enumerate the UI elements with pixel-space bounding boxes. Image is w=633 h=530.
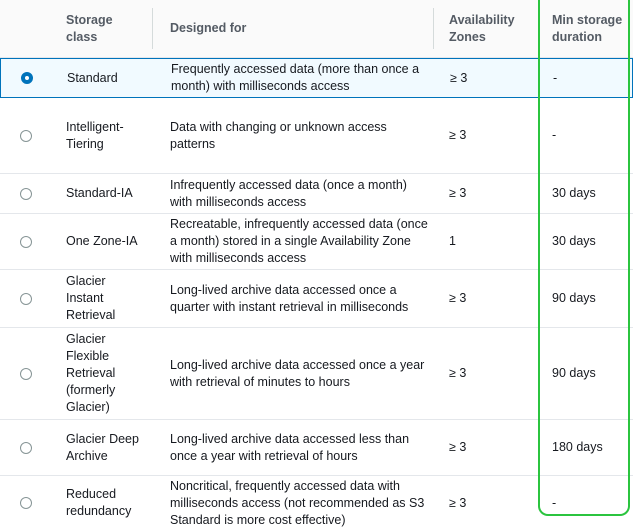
cell-availability-zones: ≥ 3 <box>449 440 467 454</box>
cell-designed-for: Infrequently accessed data (once a month… <box>170 177 407 209</box>
cell-min-storage-duration: - <box>552 128 557 142</box>
radio-one-zone-ia[interactable] <box>20 235 32 248</box>
cell-designed-for: Frequently accessed data (more than once… <box>171 62 420 93</box>
column-divider[interactable] <box>539 8 540 49</box>
cell-availability-zones: ≥ 3 <box>449 291 467 305</box>
cell-storage-class: One Zone-IA <box>66 234 138 248</box>
cell-min-storage-duration: - <box>552 495 557 510</box>
storage-class-table: Storage class Designed for Availability … <box>0 0 633 530</box>
table-row[interactable]: Glacier Deep Archive Long-lived archive … <box>0 420 633 476</box>
cell-availability-zones: ≥ 3 <box>449 366 467 380</box>
table-row[interactable]: Standard-IA Infrequently accessed data (… <box>0 174 633 214</box>
cell-storage-class: Glacier Deep Archive <box>66 431 139 463</box>
cell-availability-zones: ≥ 3 <box>450 70 468 85</box>
column-divider[interactable] <box>433 8 434 49</box>
cell-availability-zones: ≥ 3 <box>449 186 467 200</box>
cell-designed-for: Long-lived archive data accessed once a … <box>170 282 409 314</box>
radio-intelligent-tiering[interactable] <box>20 129 32 142</box>
table-row[interactable]: Reduced redundancy Noncritical, frequent… <box>0 476 633 530</box>
cell-min-storage-duration: 180 days <box>552 440 603 454</box>
cell-min-storage-duration: 30 days <box>552 186 596 200</box>
cell-designed-for: Long-lived archive data accessed less th… <box>170 431 410 463</box>
cell-designed-for: Data with changing or unknown access pat… <box>170 119 387 151</box>
header-min-storage-duration[interactable]: Min storage duration <box>552 0 630 57</box>
cell-storage-class: Intelligent-Tiering <box>66 119 124 151</box>
radio-glacier-deep-archive[interactable] <box>20 441 32 454</box>
cell-min-storage-duration: 30 days <box>552 234 596 248</box>
radio-glacier-instant-retrieval[interactable] <box>20 292 32 305</box>
radio-reduced-redundancy[interactable] <box>20 497 32 509</box>
table-row[interactable]: Intelligent-Tiering Data with changing o… <box>0 98 633 174</box>
cell-min-storage-duration: 90 days <box>552 291 596 305</box>
table-row[interactable]: Glacier Flexible Retrieval (formerly Gla… <box>0 328 633 420</box>
header-availability-zones[interactable]: Availability Zones <box>449 0 539 57</box>
table-row[interactable]: Standard Frequently accessed data (more … <box>0 58 633 98</box>
cell-storage-class: Glacier Instant Retrieval <box>66 274 116 322</box>
table-row[interactable]: One Zone-IA Recreatable, infrequently ac… <box>0 214 633 270</box>
cell-designed-for: Long-lived archive data accessed once a … <box>170 357 425 389</box>
radio-glacier-flexible-retrieval[interactable] <box>20 367 32 380</box>
cell-designed-for: Noncritical, frequently accessed data wi… <box>170 478 425 527</box>
header-storage-class[interactable]: Storage class <box>66 0 146 57</box>
cell-availability-zones: ≥ 3 <box>449 495 467 510</box>
cell-storage-class: Standard-IA <box>66 186 133 200</box>
cell-storage-class: Glacier Flexible Retrieval (formerly Gla… <box>66 332 116 414</box>
table-row[interactable]: Glacier Instant Retrieval Long-lived arc… <box>0 270 633 328</box>
cell-storage-class: Standard <box>67 70 118 85</box>
cell-min-storage-duration: 90 days <box>552 366 596 380</box>
cell-designed-for: Recreatable, infrequently accessed data … <box>170 217 428 265</box>
cell-availability-zones: ≥ 3 <box>449 128 467 142</box>
highlight-box-top <box>538 0 540 10</box>
radio-standard[interactable] <box>21 72 33 84</box>
radio-standard-ia[interactable] <box>20 187 32 200</box>
cell-availability-zones: 1 <box>449 234 456 248</box>
cell-min-storage-duration: - <box>553 70 558 85</box>
header-designed-for[interactable]: Designed for <box>170 0 432 57</box>
column-divider[interactable] <box>152 8 153 49</box>
cell-storage-class: Reduced redundancy <box>66 487 132 518</box>
